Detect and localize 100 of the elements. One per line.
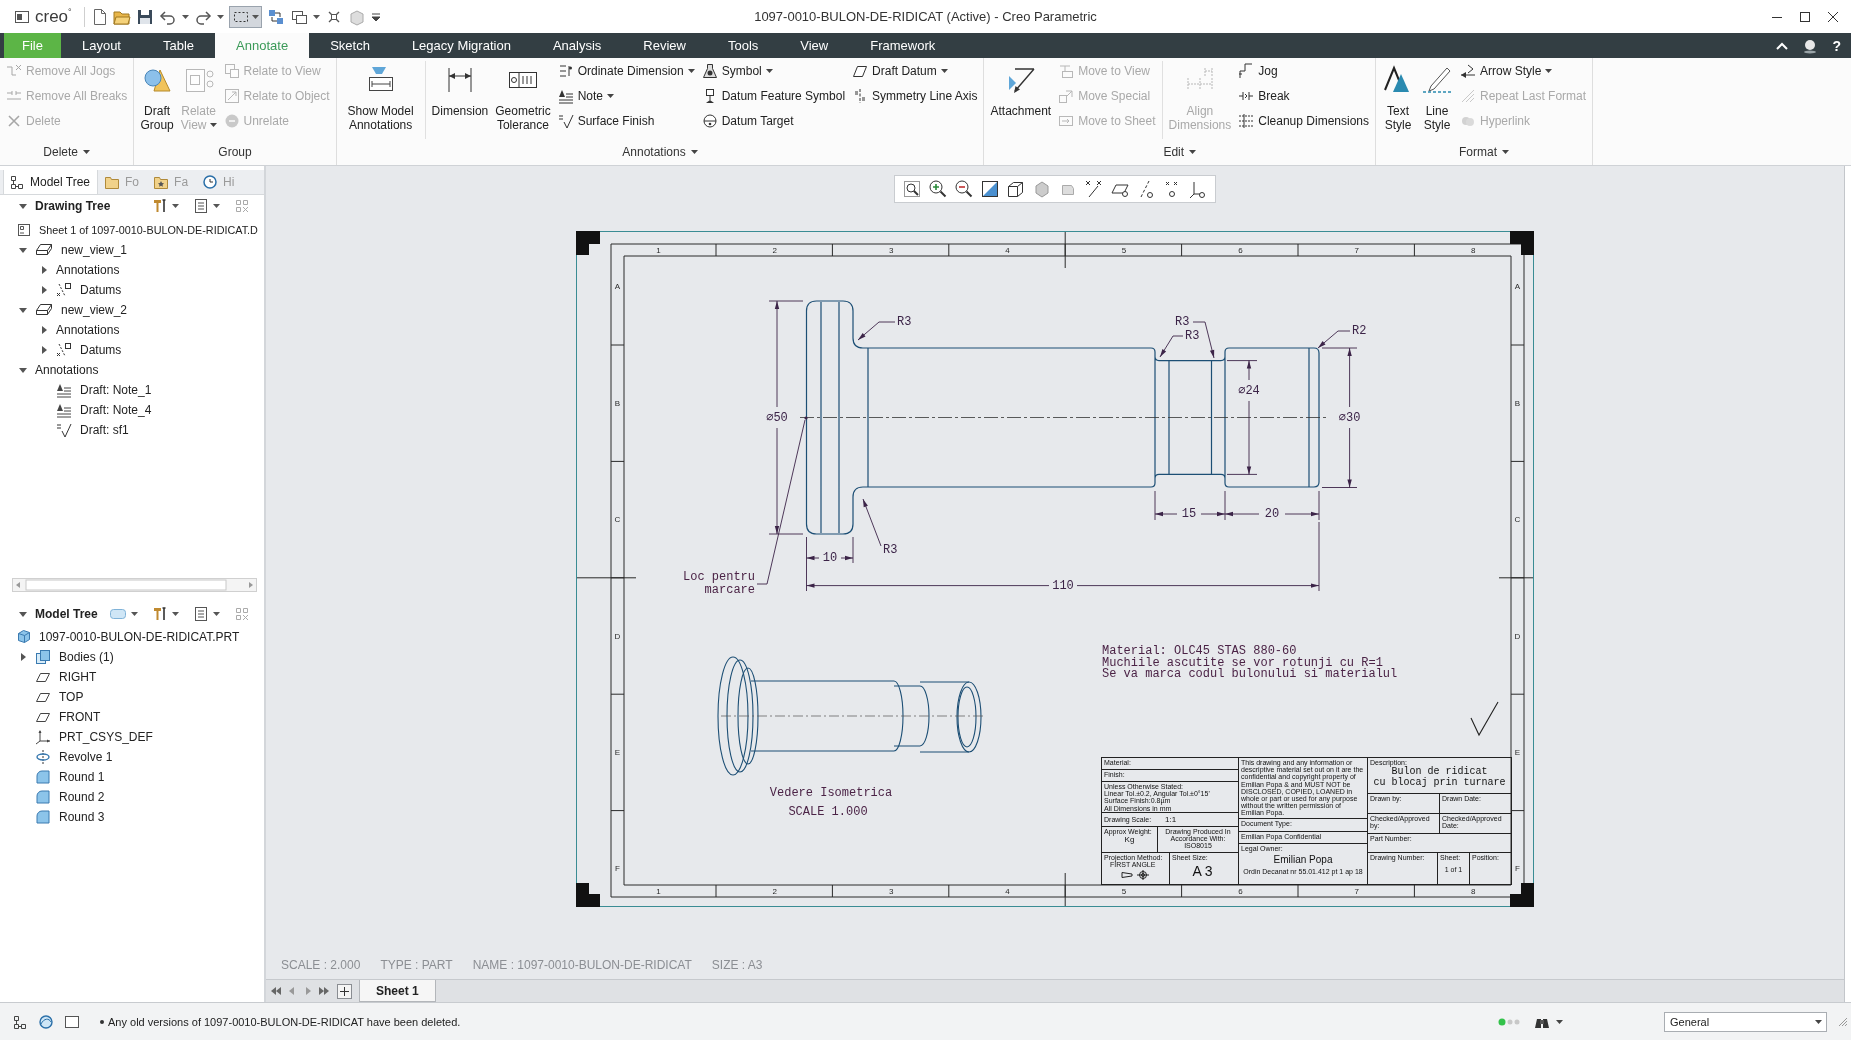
- last-page-icon[interactable]: [318, 986, 330, 996]
- crosses-and-line-icon[interactable]: [1084, 179, 1104, 199]
- tree-item[interactable]: new_view_1: [61, 243, 128, 257]
- ribbon-button[interactable]: Jog: [1237, 58, 1370, 83]
- tree-item[interactable]: Draft: Note_4: [80, 403, 152, 417]
- ribbon-button[interactable]: Ordinate Dimension: [556, 58, 696, 83]
- ribbon-tab[interactable]: Table: [142, 33, 216, 58]
- tree-item[interactable]: Datums: [80, 343, 122, 357]
- ribbon-tab[interactable]: Annotate: [215, 33, 310, 58]
- add-sheet-button[interactable]: [337, 983, 352, 999]
- tree-structure-icon[interactable]: [12, 1013, 28, 1030]
- tree-item[interactable]: Draft: Note_1: [80, 383, 152, 397]
- axes-dot-icon[interactable]: [1188, 179, 1208, 199]
- caret-icon[interactable]: [172, 204, 179, 208]
- ribbon-button[interactable]: Symmetry Line Axis: [851, 83, 979, 108]
- ribbon-button[interactable]: Surface Finish: [556, 108, 696, 133]
- ribbon-button[interactable]: Datum Target: [700, 108, 847, 133]
- ribbon-button[interactable]: Text Style: [1381, 58, 1415, 132]
- ribbon-button[interactable]: Datum Feature Symbol: [700, 83, 847, 108]
- ribbon-button[interactable]: Arrow Style: [1459, 58, 1588, 83]
- collapse-ribbon-icon[interactable]: [1776, 41, 1789, 50]
- ribbon-tab[interactable]: View: [779, 33, 850, 58]
- filter-dropdown[interactable]: General: [1664, 1011, 1827, 1032]
- toolbar-menu-icon[interactable]: [370, 11, 381, 22]
- ribbon-button[interactable]: Show Model Annotations: [341, 58, 420, 132]
- tree-item[interactable]: TOP: [59, 690, 84, 704]
- tree-item[interactable]: new_view_2: [61, 303, 128, 317]
- tree-item[interactable]: Round 2: [59, 790, 105, 804]
- ribbon-button[interactable]: Note: [556, 83, 696, 108]
- magnifier-frame-icon[interactable]: [902, 179, 922, 199]
- caret-icon[interactable]: [213, 204, 220, 208]
- maximize-icon[interactable]: [1799, 10, 1811, 23]
- ribbon-button[interactable]: Break: [1237, 83, 1370, 108]
- window-outline-icon[interactable]: [64, 1013, 80, 1030]
- ribbon-button[interactable]: Cleanup Dimensions: [1237, 108, 1370, 133]
- group-menu-button[interactable]: Delete: [43, 145, 91, 159]
- horizontal-scrollbar[interactable]: [12, 578, 257, 592]
- ribbon-tab[interactable]: Layout: [60, 33, 142, 58]
- part-cube-icon: [17, 629, 31, 645]
- group-menu-button[interactable]: Edit: [1163, 145, 1197, 159]
- help-button[interactable]: ?: [1832, 37, 1841, 54]
- field-value: Kg: [1124, 835, 1135, 845]
- ribbon-tab[interactable]: Sketch: [309, 33, 391, 58]
- cube-icon[interactable]: [1006, 179, 1026, 199]
- ribbon-tab[interactable]: Review: [622, 33, 707, 58]
- list-settings-icon[interactable]: [193, 606, 209, 622]
- ribbon-button[interactable]: Attachment: [989, 58, 1053, 118]
- tree-item[interactable]: Annotations: [56, 323, 120, 337]
- ribbon-tab[interactable]: Legacy Migration: [390, 33, 532, 58]
- group-menu-button[interactable]: Annotations: [622, 145, 698, 159]
- tree-item[interactable]: FRONT: [59, 710, 101, 724]
- ribbon-button[interactable]: Dimension: [430, 58, 490, 118]
- tree-item[interactable]: Sheet 1 of 1097-0010-BULON-DE-RIDICAT.D: [39, 224, 258, 236]
- ribbon-button[interactable]: Symbol: [700, 58, 847, 83]
- tree-item[interactable]: Revolve 1: [59, 750, 113, 764]
- ribbon-button[interactable]: Draft Group: [139, 58, 175, 132]
- ribbon-tab[interactable]: Tools: [706, 33, 780, 58]
- field-value: cu blocaj prin turnare: [1373, 777, 1506, 789]
- caret-icon[interactable]: [181, 14, 189, 19]
- sheet-tab[interactable]: Sheet 1: [359, 980, 436, 1002]
- ribbon-tab[interactable]: Framework: [849, 33, 957, 58]
- list-settings-icon[interactable]: [193, 198, 209, 214]
- group-menu-button[interactable]: Format: [1459, 145, 1510, 159]
- ribbon-button[interactable]: Geometric Tolerance: [494, 58, 552, 132]
- zoom-out-icon[interactable]: [954, 179, 974, 199]
- datum-axes-icon: [56, 282, 72, 298]
- tree-item[interactable]: Annotations: [35, 363, 99, 377]
- star-folder-icon: [153, 174, 170, 190]
- tree-item[interactable]: Datums: [80, 283, 122, 297]
- ribbon-button[interactable]: Draft Datum: [851, 58, 979, 83]
- tree-item[interactable]: 1097-0010-BULON-DE-RIDICAT.PRT: [39, 630, 240, 644]
- caret-icon[interactable]: [172, 612, 179, 616]
- tree-item[interactable]: RIGHT: [59, 670, 97, 684]
- caret-icon[interactable]: [213, 612, 220, 616]
- caret-icon[interactable]: [216, 14, 224, 19]
- browser-globe-icon[interactable]: [38, 1013, 54, 1030]
- dimension-text: ⌀30: [1338, 410, 1361, 425]
- half-filled-square-icon[interactable]: [980, 179, 1000, 199]
- tree-item[interactable]: Bodies (1): [59, 650, 114, 664]
- surface-finish-icon: [56, 422, 72, 438]
- ribbon-button[interactable]: Line Style: [1420, 58, 1454, 132]
- ball-icon[interactable]: [1802, 37, 1819, 54]
- first-page-icon[interactable]: [270, 986, 282, 996]
- save-icon[interactable]: [135, 7, 154, 26]
- caret-icon[interactable]: [1556, 1019, 1563, 1024]
- tree-item[interactable]: Annotations: [56, 263, 120, 277]
- tree-item[interactable]: PRT_CSYS_DEF: [59, 730, 153, 744]
- caret-icon[interactable]: [312, 14, 320, 19]
- tree-item[interactable]: Round 1: [59, 770, 105, 784]
- tools-icon[interactable]: [152, 198, 168, 214]
- tree-item[interactable]: Draft: sf1: [80, 423, 129, 437]
- caret-icon[interactable]: [251, 14, 259, 19]
- panel-tab[interactable]: Model Tree: [3, 170, 99, 194]
- linked-squares-icon[interactable]: [266, 7, 285, 26]
- ribbon-tab[interactable]: Analysis: [531, 33, 623, 58]
- close-icon[interactable]: [1827, 10, 1839, 23]
- caret-icon[interactable]: [131, 612, 138, 616]
- tools-icon[interactable]: [152, 606, 168, 622]
- tree-item[interactable]: Round 3: [59, 810, 105, 824]
- zoom-in-icon[interactable]: [928, 179, 948, 199]
